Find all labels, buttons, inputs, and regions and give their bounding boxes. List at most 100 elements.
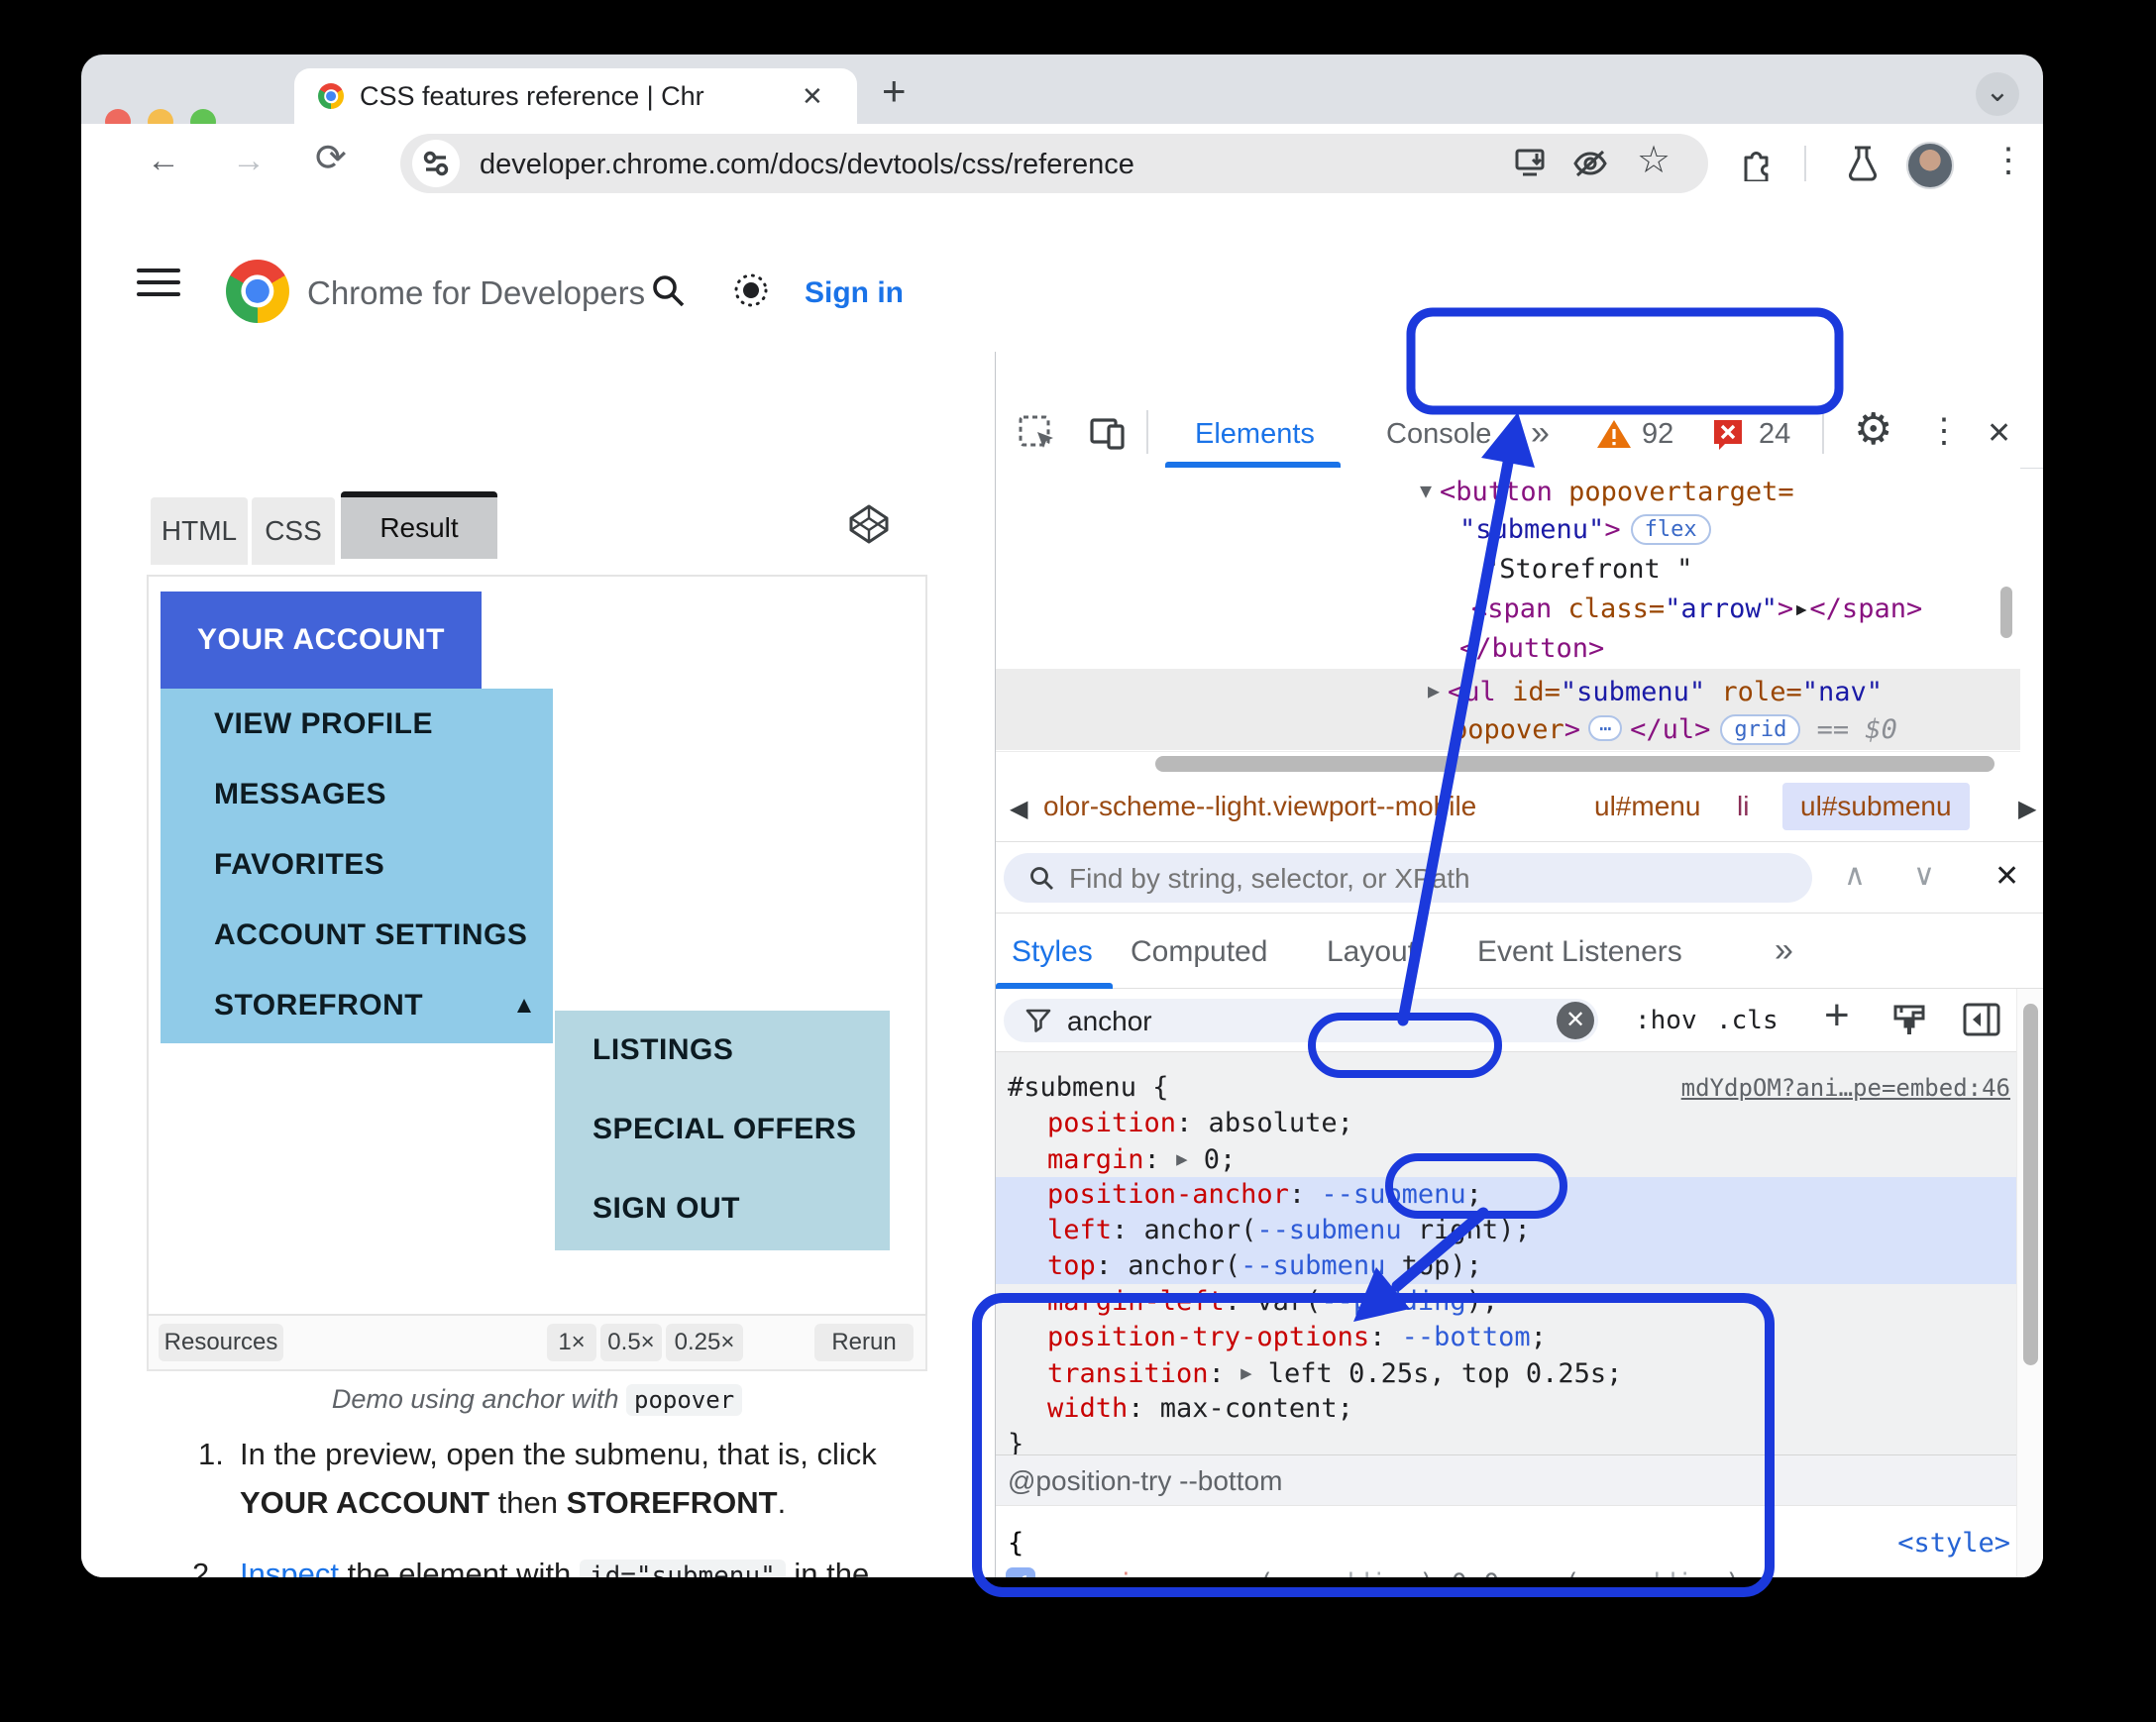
tab-styles[interactable]: Styles <box>1012 935 1093 969</box>
tab-layout[interactable]: Layout <box>1327 935 1416 969</box>
sidebar-toggle-icon[interactable] <box>1963 1003 2000 1036</box>
extensions-icon[interactable] <box>1738 146 1774 181</box>
css-selector-line[interactable]: #submenu { <box>1008 1070 1169 1106</box>
toggle-hover-state-button[interactable]: :hov <box>1635 1003 1697 1038</box>
demo-your-account-button[interactable]: YOUR ACCOUNT <box>161 592 482 689</box>
demo-submenu-item-storefront[interactable]: STOREFRONT ▲ <box>161 970 553 1040</box>
reload-icon[interactable]: ⟳ <box>315 140 347 177</box>
more-tabs-icon[interactable]: » <box>1531 414 1550 453</box>
filter-clear-icon[interactable]: ✕ <box>1557 1002 1594 1039</box>
devtools-settings-gear-icon[interactable]: ⚙ <box>1854 404 1892 455</box>
breadcrumb-right-icon[interactable]: ▶ <box>2018 795 2036 823</box>
dom-node-ul-submenu[interactable]: ▶ <ul id="submenu" role="nav" <box>1428 673 1883 710</box>
scale-025x-button[interactable]: 0.25× <box>666 1324 743 1361</box>
devtools-tab-elements[interactable]: Elements <box>1195 418 1315 451</box>
breadcrumb-item[interactable]: li <box>1737 791 1749 822</box>
tab-event-listeners[interactable]: Event Listeners <box>1477 935 1682 969</box>
find-input[interactable] <box>1067 859 1765 899</box>
theme-toggle-icon[interactable] <box>731 270 771 310</box>
demo-subsubmenu-item[interactable]: SIGN OUT <box>555 1169 890 1248</box>
css-declaration[interactable]: position: absolute; <box>1047 1106 1353 1141</box>
send-to-device-icon[interactable] <box>1515 148 1549 179</box>
demo-submenu-item[interactable]: FAVORITES <box>161 829 553 900</box>
demo-tab-html[interactable]: HTML <box>151 497 248 565</box>
error-icon[interactable] <box>1711 418 1745 450</box>
page-viewport: Chrome for Developers Sign in HTML CSS R… <box>81 203 995 1577</box>
demo-submenu-item[interactable]: MESSAGES <box>161 759 553 829</box>
css-declaration[interactable]: margin: ▶ 0; <box>1047 1141 1236 1178</box>
breadcrumb-item[interactable]: olor-scheme--light.viewport--mobile <box>1043 791 1476 822</box>
css-declaration[interactable]: margin-left: var(--padding); <box>1047 1284 1498 1320</box>
device-toolbar-icon[interactable] <box>1089 414 1129 454</box>
sign-in-button[interactable]: Sign in <box>805 276 904 310</box>
bookmark-star-icon[interactable]: ☆ <box>1637 142 1671 179</box>
url-text[interactable]: developer.chrome.com/docs/devtools/css/r… <box>480 149 1134 181</box>
css-declaration[interactable]: left: anchor(--submenu right); <box>1047 1213 1531 1248</box>
site-title[interactable]: Chrome for Developers <box>307 274 645 312</box>
toggle-classes-button[interactable]: .cls <box>1716 1003 1779 1038</box>
new-style-rule-button[interactable]: + <box>1824 991 1850 1040</box>
find-close-icon[interactable]: ✕ <box>1994 859 2019 894</box>
stylesheet-source-link[interactable]: mdYdpOM?ani…pe=embed:46 <box>1681 1074 2010 1102</box>
demo-subsubmenu-item[interactable]: LISTINGS <box>555 1011 890 1090</box>
warning-icon[interactable] <box>1596 418 1632 450</box>
browser-window: CSS features reference | Chr ✕ + ⌄ ← → ⟳… <box>81 54 2043 1577</box>
styles-more-tabs-icon[interactable]: » <box>1775 931 1793 970</box>
breadcrumb-item-selected[interactable]: ul#submenu <box>1782 783 1970 830</box>
scale-1x-button[interactable]: 1× <box>547 1324 596 1361</box>
address-bar[interactable]: developer.chrome.com/docs/devtools/css/r… <box>400 134 1708 193</box>
scale-05x-button[interactable]: 0.5× <box>600 1324 662 1361</box>
css-declaration[interactable]: transition: ▶ left 0.25s, top 0.25s; <box>1047 1355 1622 1392</box>
new-tab-button[interactable]: + <box>882 70 907 112</box>
dom-node[interactable]: ▼ <button popovertarget= <box>1420 473 1794 510</box>
dom-node[interactable]: "Storefront " <box>1483 552 1692 588</box>
inspect-element-icon[interactable] <box>1018 414 1057 454</box>
breadcrumb-item[interactable]: ul#menu <box>1594 791 1700 822</box>
experiments-flask-icon[interactable] <box>1843 144 1883 183</box>
error-count[interactable]: 24 <box>1759 418 1790 451</box>
rerun-button[interactable]: Rerun <box>814 1324 914 1361</box>
resources-button[interactable]: Resources <box>159 1324 283 1361</box>
dom-node[interactable]: <span class="arrow">▸</span> <box>1471 592 1922 627</box>
css-declaration-position-try-options[interactable]: position-try-options: --bottom; <box>1047 1320 1547 1355</box>
elements-hscrollbar-thumb[interactable] <box>1155 756 1994 772</box>
dom-node[interactable]: </button> <box>1459 631 1604 667</box>
breadcrumb-left-icon[interactable]: ◀ <box>1010 795 1027 823</box>
css-declaration[interactable]: width: max-content; <box>1047 1391 1353 1427</box>
filter-input[interactable] <box>1065 1003 1485 1040</box>
devtools-menu-icon[interactable]: ⋮ <box>1927 414 1961 448</box>
hamburger-menu-icon[interactable] <box>137 269 180 296</box>
demo-tab-css[interactable]: CSS <box>252 497 335 565</box>
warning-count[interactable]: 92 <box>1642 418 1673 451</box>
demo-tab-result[interactable]: Result <box>341 491 497 559</box>
demo-subsubmenu-item[interactable]: SPECIAL OFFERS <box>555 1090 890 1169</box>
tab-search-button[interactable]: ⌄ <box>1976 72 2019 116</box>
devtools-tab-console[interactable]: Console <box>1386 418 1491 451</box>
elements-vertical-scrollbar[interactable] <box>2000 587 2012 638</box>
devtools-close-icon[interactable]: ✕ <box>1987 416 2011 451</box>
css-declaration-position-anchor[interactable]: position-anchor: --submenu; <box>1047 1177 1482 1213</box>
dom-node[interactable]: "submenu"> flex <box>1459 512 1711 548</box>
dom-node-ul-submenu-end[interactable]: popover> ⋯ </ul> grid == $0 <box>1452 712 1897 748</box>
site-info-icon[interactable] <box>412 140 460 187</box>
css-declaration[interactable]: margin: ▶ var(--padding) 0 0 var(--paddi… <box>1053 1565 1758 1577</box>
eye-off-icon[interactable] <box>1572 147 1608 180</box>
search-icon[interactable] <box>648 270 688 310</box>
browser-menu-icon[interactable]: ⋮ <box>1992 144 2025 177</box>
forward-icon[interactable]: → <box>232 144 266 177</box>
tab-close-icon[interactable]: ✕ <box>802 81 823 112</box>
styles-scrollbar-thumb[interactable] <box>2023 1004 2038 1365</box>
find-prev-icon[interactable]: ∧ <box>1844 858 1866 893</box>
css-declaration[interactable]: top: anchor(--submenu top); <box>1047 1248 1482 1284</box>
back-icon[interactable]: ← <box>147 144 180 177</box>
avatar[interactable] <box>1906 142 1954 189</box>
rendering-brush-icon[interactable] <box>1891 1003 1927 1038</box>
find-next-icon[interactable]: ∨ <box>1913 858 1935 893</box>
browser-tab[interactable]: CSS features reference | Chr ✕ <box>294 68 857 124</box>
demo-submenu-item[interactable]: ACCOUNT SETTINGS <box>161 900 553 970</box>
demo-submenu-item[interactable]: VIEW PROFILE <box>161 689 553 759</box>
style-tag-link[interactable]: <style> <box>1897 1528 2010 1559</box>
declaration-checkbox[interactable]: ✓ <box>1006 1567 1035 1577</box>
codepen-icon[interactable] <box>846 501 892 547</box>
tab-computed[interactable]: Computed <box>1131 935 1267 969</box>
